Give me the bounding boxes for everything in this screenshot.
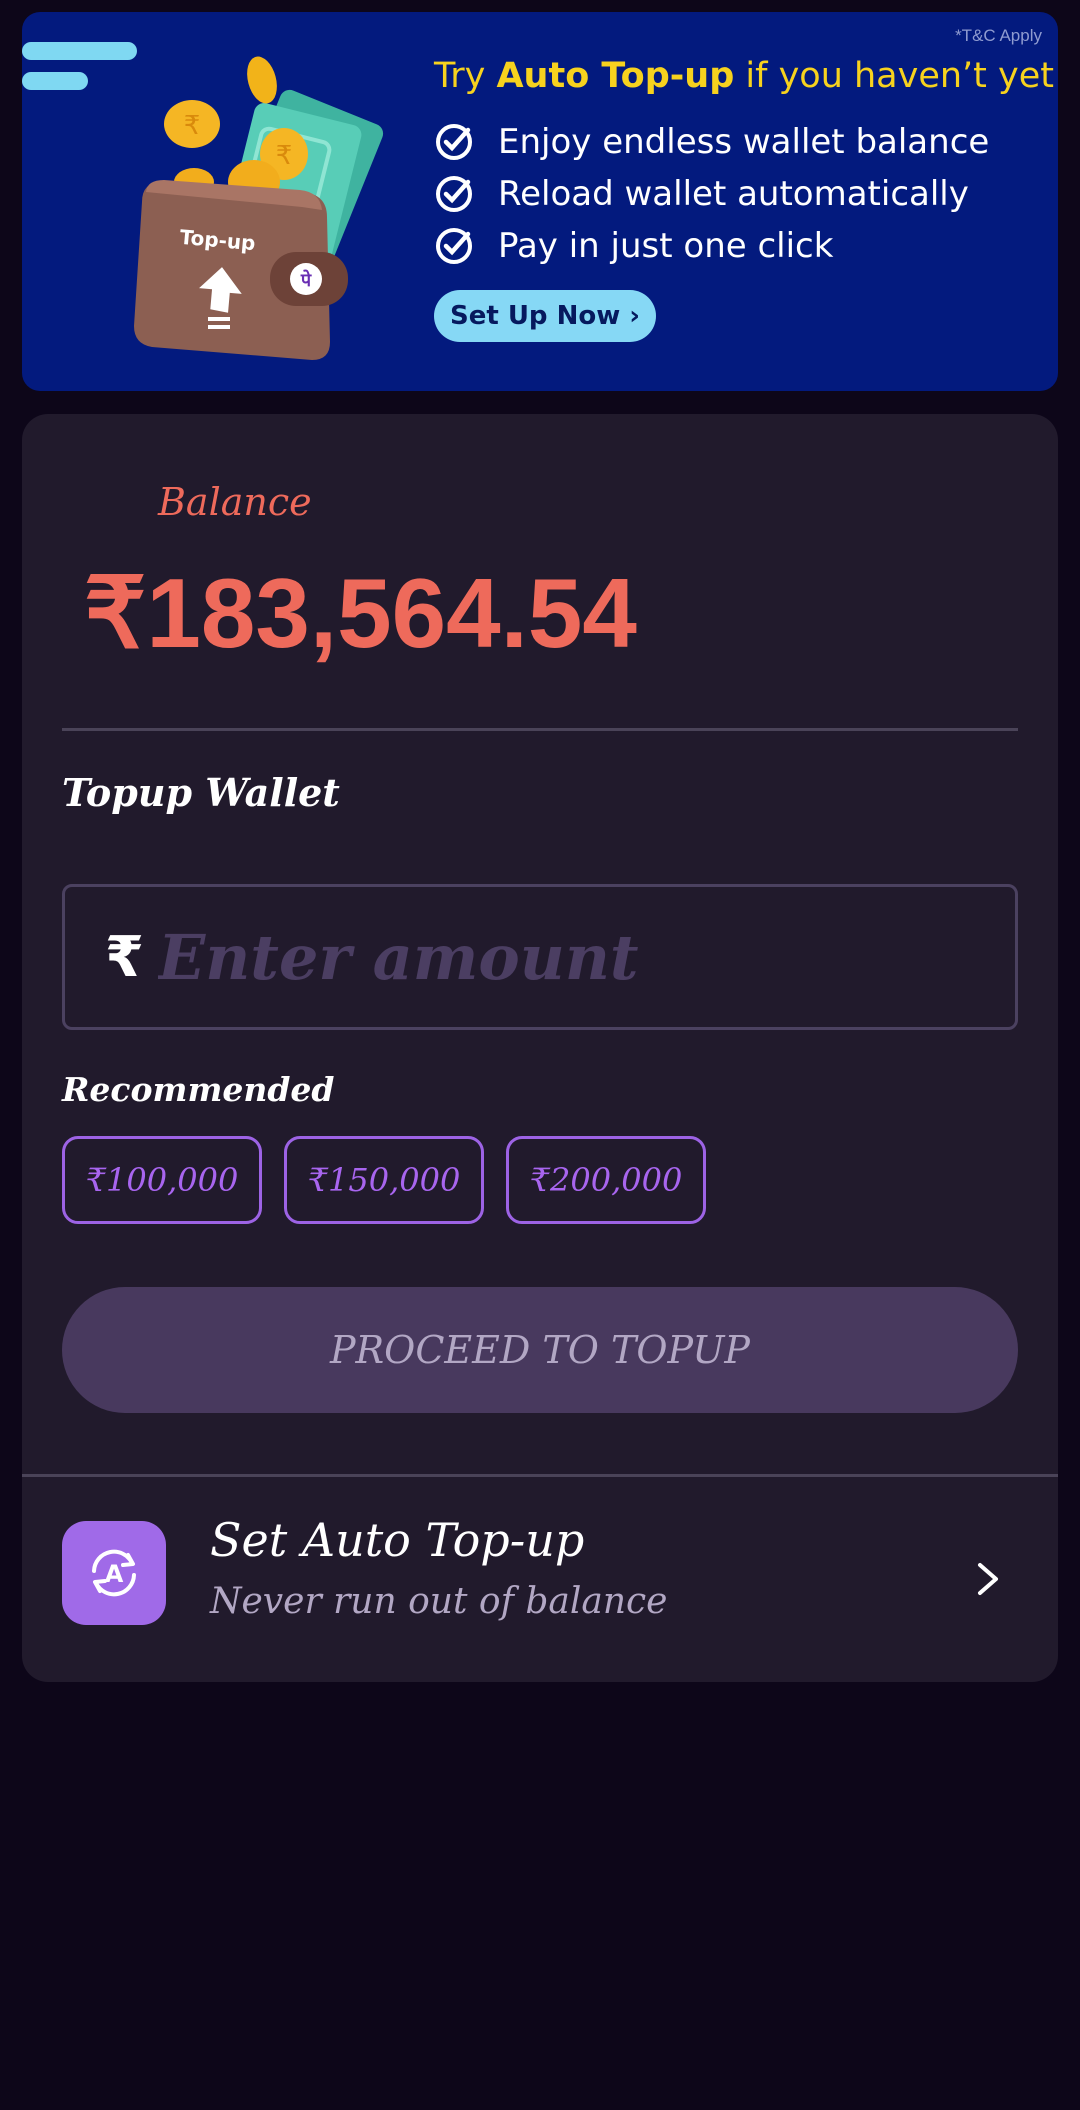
proceed-to-topup-button[interactable]: PROCEED TO TOPUP <box>62 1287 1018 1413</box>
balance-label: Balance <box>158 480 312 524</box>
svg-text:₹: ₹ <box>276 141 293 171</box>
check-circle-icon <box>436 124 472 160</box>
svg-text:पे: पे <box>300 269 312 291</box>
topup-wallet-title: Topup Wallet <box>62 770 340 815</box>
benefit-item: Pay in just one click <box>434 226 833 266</box>
set-up-now-button[interactable]: Set Up Now › <box>434 290 656 342</box>
auto-topup-icon: A <box>62 1521 166 1625</box>
divider <box>62 728 1018 731</box>
svg-text:₹: ₹ <box>184 111 201 141</box>
wallet-card: Balance ₹183,564.54 Topup Wallet ₹ Recom… <box>22 414 1058 1682</box>
rupee-icon: ₹ <box>105 924 144 990</box>
benefit-item: Enjoy endless wallet balance <box>434 122 989 162</box>
auto-refresh-icon: A <box>92 1549 136 1597</box>
terms-note: *T&C Apply <box>955 26 1042 45</box>
chevron-right-icon <box>978 1563 998 1595</box>
balance-amount: ₹183,564.54 <box>84 558 637 668</box>
auto-topup-banner[interactable]: *T&C Apply ₹ ₹ पे Top-up Try Auto Top-up… <box>22 12 1058 391</box>
benefit-text: Reload wallet automatically <box>498 174 969 214</box>
speed-line-decoration <box>22 72 88 90</box>
check-circle-icon <box>436 176 472 212</box>
wallet-icon: पे Top-up <box>134 180 348 360</box>
banner-title: Try Auto Top-up if you haven’t yet! <box>434 56 1058 96</box>
svg-text:A: A <box>105 1560 124 1588</box>
auto-topup-title: Set Auto Top-up <box>210 1513 585 1567</box>
benefit-text: Pay in just one click <box>498 226 834 266</box>
recommended-amounts: ₹100,000 ₹150,000 ₹200,000 <box>62 1136 706 1224</box>
amount-field[interactable]: ₹ <box>62 884 1018 1030</box>
set-auto-topup-row[interactable]: A Set Auto Top-up Never run out of balan… <box>22 1477 1058 1682</box>
benefit-text: Enjoy endless wallet balance <box>498 122 990 162</box>
amount-chip-150000[interactable]: ₹150,000 <box>284 1136 484 1224</box>
amount-chip-200000[interactable]: ₹200,000 <box>506 1136 706 1224</box>
amount-input[interactable] <box>157 920 958 994</box>
recommended-title: Recommended <box>62 1070 335 1109</box>
amount-chip-100000[interactable]: ₹100,000 <box>62 1136 262 1224</box>
wallet-illustration: ₹ ₹ पे Top-up <box>134 56 384 360</box>
check-circle-icon <box>436 228 472 264</box>
benefit-item: Reload wallet automatically <box>434 174 969 214</box>
auto-topup-subtitle: Never run out of balance <box>210 1581 668 1622</box>
